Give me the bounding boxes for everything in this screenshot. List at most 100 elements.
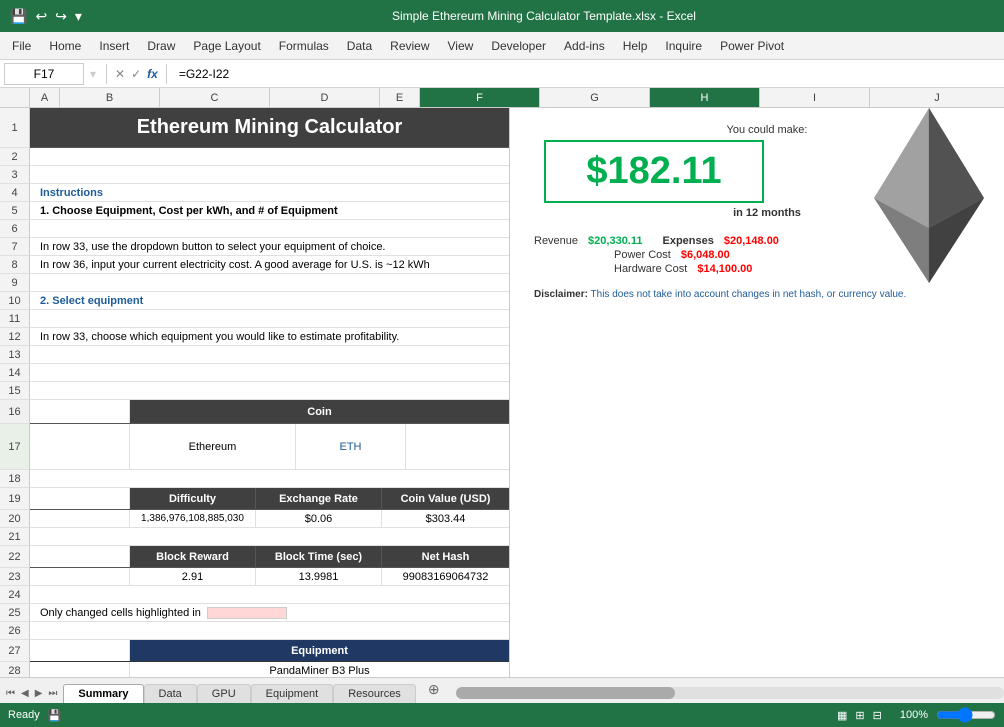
row-num-10: 10 (0, 292, 29, 310)
menu-addins[interactable]: Add-ins (556, 35, 613, 57)
coinvalue-value: $303.44 (426, 513, 466, 525)
changed-cells-note: Only changed cells highlighted in (40, 607, 201, 619)
menu-help[interactable]: Help (615, 35, 656, 57)
power-cost-value: $6,048.00 (681, 249, 730, 261)
difficulty-value: 1,386,976,108,885,030 (141, 513, 244, 524)
difficulty-header: Difficulty (169, 493, 216, 505)
col-header-b[interactable]: B (60, 88, 160, 107)
equipment-value: PandaMiner B3 Plus (269, 665, 369, 677)
status-save-icon: 💾 (48, 709, 62, 722)
row-num-15: 15 (0, 382, 29, 400)
zoom-level: 100% (900, 709, 928, 721)
row-num-6: 6 (0, 220, 29, 238)
row-num-14: 14 (0, 364, 29, 382)
formula-input[interactable] (175, 65, 1000, 83)
hardware-cost-value: $14,100.00 (697, 263, 752, 275)
status-view-page[interactable]: ⊞ (855, 709, 864, 722)
expenses-label: Expenses (663, 235, 714, 247)
menu-file[interactable]: File (4, 35, 39, 57)
col-header-g[interactable]: G (540, 88, 650, 107)
menu-data[interactable]: Data (339, 35, 380, 57)
tab-nav-next[interactable]: ▶ (33, 686, 45, 701)
scrollbar-thumb[interactable] (456, 687, 675, 699)
row-num-3: 3 (0, 166, 29, 184)
net-hash-header: Net Hash (422, 551, 470, 563)
redo-icon[interactable]: ↪ (53, 6, 69, 27)
tab-equipment[interactable]: Equipment (251, 684, 334, 703)
power-cost-label: Power Cost (614, 249, 671, 261)
tab-nav-last[interactable]: ⏭ (46, 686, 59, 701)
coinvalue-header: Coin Value (USD) (401, 493, 491, 505)
menu-power-pivot[interactable]: Power Pivot (712, 35, 792, 57)
formula-fx-icon[interactable]: fx (147, 67, 158, 81)
row-num-25: 25 (0, 604, 29, 622)
col-header-d[interactable]: D (270, 88, 380, 107)
row-num-5: 5 (0, 202, 29, 220)
row-num-1: 1 (0, 108, 29, 148)
coin-eth-symbol: ETH (340, 441, 362, 453)
row-num-11: 11 (0, 310, 29, 328)
menu-review[interactable]: Review (382, 35, 437, 57)
disclaimer-prefix: Disclaimer: (534, 289, 588, 300)
title-bar: 💾 ↩ ↪ ▾ Simple Ethereum Mining Calculato… (0, 0, 1004, 32)
tab-summary[interactable]: Summary (63, 684, 143, 703)
block-reward-value: 2.91 (182, 571, 203, 583)
formula-confirm-icon[interactable]: ✓ (131, 67, 141, 81)
col-header-i[interactable]: I (760, 88, 870, 107)
zoom-slider[interactable] (936, 711, 996, 719)
row-num-4: 4 (0, 184, 29, 202)
row-num-13: 13 (0, 346, 29, 364)
row-num-26: 26 (0, 622, 29, 640)
col-header-e[interactable]: E (380, 88, 420, 107)
row-num-18: 18 (0, 470, 29, 488)
add-sheet-button[interactable]: ⊕ (420, 678, 448, 701)
cell-reference[interactable] (4, 63, 84, 85)
instructions-header: Instructions (40, 187, 103, 199)
row-num-16: 16 (0, 400, 29, 424)
tab-resources[interactable]: Resources (333, 684, 416, 703)
instruction-3: In row 36, input your current electricit… (40, 259, 430, 271)
menu-developer[interactable]: Developer (483, 35, 554, 57)
tab-nav-prev[interactable]: ◀ (19, 686, 31, 701)
col-header-h[interactable]: H (650, 88, 760, 107)
row-num-12: 12 (0, 328, 29, 346)
horizontal-scrollbar[interactable] (456, 687, 1004, 699)
menu-formulas[interactable]: Formulas (271, 35, 337, 57)
tab-data[interactable]: Data (144, 684, 197, 703)
col-header-j[interactable]: J (870, 88, 1004, 107)
col-header-c[interactable]: C (160, 88, 270, 107)
row-num-20: 20 (0, 510, 29, 528)
status-view-normal[interactable]: ▦ (837, 709, 847, 722)
menu-view[interactable]: View (440, 35, 482, 57)
profit-amount: $182.11 (586, 150, 721, 192)
tab-gpu[interactable]: GPU (197, 684, 251, 703)
title-bar-icons[interactable]: 💾 ↩ ↪ ▾ (8, 6, 84, 27)
menu-insert[interactable]: Insert (91, 35, 137, 57)
menu-page-layout[interactable]: Page Layout (185, 35, 268, 57)
col-header-a[interactable]: A (30, 88, 60, 107)
save-icon[interactable]: 💾 (8, 6, 29, 27)
menu-inquire[interactable]: Inquire (657, 35, 710, 57)
formula-bar: ▾ ✕ ✓ fx (0, 60, 1004, 88)
instruction-1: 1. Choose Equipment, Cost per kWh, and #… (40, 205, 338, 217)
status-view-break[interactable]: ⊟ (873, 709, 882, 722)
coin-ethereum: Ethereum (189, 441, 237, 453)
spreadsheet-title: Ethereum Mining Calculator (137, 116, 403, 139)
equipment-header: Equipment (291, 645, 348, 657)
row-num-7: 7 (0, 238, 29, 256)
row-num-17: 17 (0, 424, 29, 470)
more-icon[interactable]: ▾ (73, 6, 84, 27)
revenue-value: $20,330.11 (588, 235, 642, 247)
formula-cancel-icon[interactable]: ✕ (115, 67, 125, 81)
revenue-label: Revenue (534, 235, 578, 247)
tab-nav-first[interactable]: ⏮ (4, 686, 17, 701)
menu-bar: File Home Insert Draw Page Layout Formul… (0, 32, 1004, 60)
undo-icon[interactable]: ↩ (33, 6, 49, 27)
block-reward-header: Block Reward (156, 551, 229, 563)
row-num-19: 19 (0, 488, 29, 510)
col-header-f[interactable]: F (420, 88, 540, 107)
menu-draw[interactable]: Draw (139, 35, 183, 57)
hardware-cost-label2: Hardware Cost (614, 263, 687, 275)
row-num-8: 8 (0, 256, 29, 274)
menu-home[interactable]: Home (41, 35, 89, 57)
